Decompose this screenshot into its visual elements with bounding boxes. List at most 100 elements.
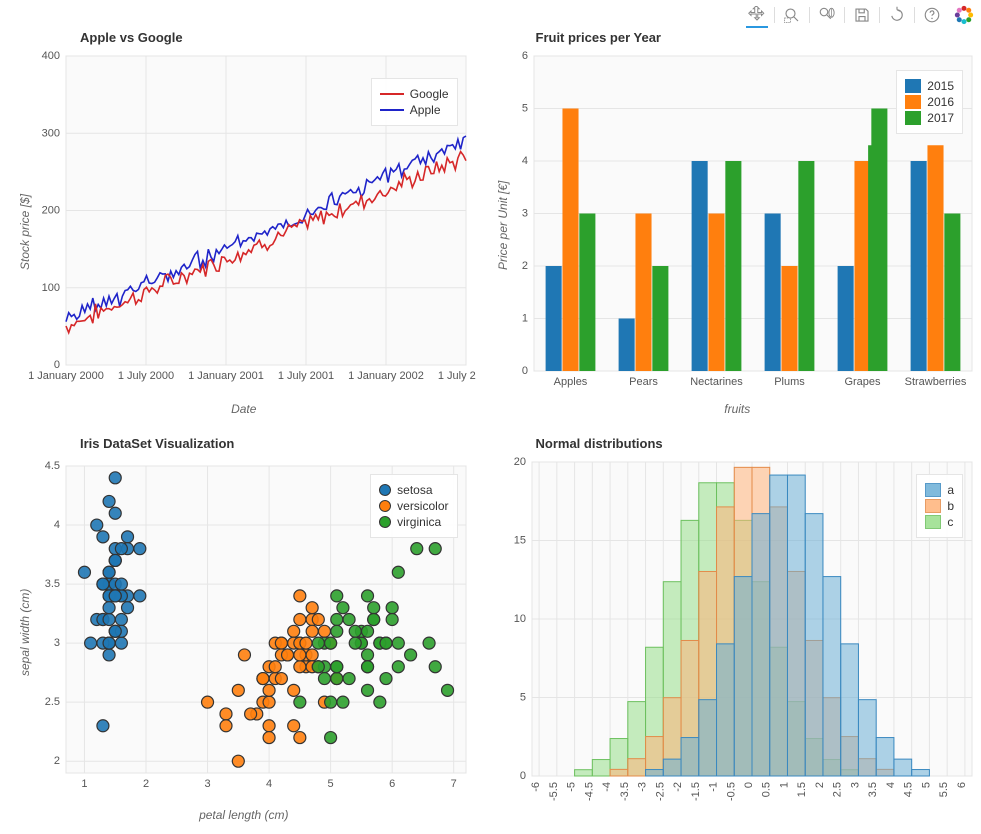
svg-text:3: 3 bbox=[54, 637, 60, 649]
chart-legend: setosa versicolor virginica bbox=[370, 474, 457, 538]
save-tool[interactable] bbox=[851, 3, 873, 27]
legend-item[interactable]: 2015 bbox=[905, 79, 954, 93]
legend-label: Google bbox=[410, 87, 449, 101]
svg-text:0: 0 bbox=[743, 782, 755, 788]
svg-text:-4: -4 bbox=[601, 782, 613, 792]
legend-label: b bbox=[947, 499, 954, 513]
svg-text:5: 5 bbox=[328, 778, 334, 790]
svg-text:3: 3 bbox=[204, 778, 210, 790]
svg-text:-3: -3 bbox=[636, 782, 648, 792]
legend-label: a bbox=[947, 483, 954, 497]
chart-legend: Google Apple bbox=[371, 78, 458, 126]
reset-tool[interactable] bbox=[886, 3, 908, 27]
toolbar-separator bbox=[914, 7, 915, 23]
svg-text:1: 1 bbox=[81, 778, 87, 790]
svg-text:6: 6 bbox=[521, 50, 527, 62]
box-zoom-tool[interactable] bbox=[781, 3, 803, 27]
svg-text:4: 4 bbox=[884, 782, 896, 788]
chart-scatter[interactable]: Iris DataSet Visualization sepal width (… bbox=[6, 436, 482, 828]
svg-text:6: 6 bbox=[389, 778, 395, 790]
svg-text:200: 200 bbox=[42, 205, 60, 217]
svg-text:1.5: 1.5 bbox=[796, 782, 808, 797]
svg-text:-1: -1 bbox=[707, 782, 719, 792]
svg-text:Plums: Plums bbox=[774, 376, 805, 388]
toolbar-separator bbox=[844, 7, 845, 23]
wheel-zoom-icon bbox=[818, 6, 836, 24]
svg-text:400: 400 bbox=[42, 50, 60, 62]
legend-item[interactable]: virginica bbox=[379, 515, 448, 529]
legend-item[interactable]: 2017 bbox=[905, 111, 954, 125]
wheel-zoom-tool[interactable] bbox=[816, 3, 838, 27]
x-axis-label: Date bbox=[6, 402, 482, 416]
legend-item[interactable]: c bbox=[925, 515, 954, 529]
svg-text:-4.5: -4.5 bbox=[583, 782, 595, 801]
svg-text:5: 5 bbox=[920, 782, 932, 788]
legend-item[interactable]: a bbox=[925, 483, 954, 497]
svg-text:-1.5: -1.5 bbox=[689, 782, 701, 801]
chart-title: Apple vs Google bbox=[80, 30, 183, 45]
svg-text:3: 3 bbox=[521, 208, 527, 220]
svg-text:4.5: 4.5 bbox=[45, 460, 60, 472]
svg-text:1 July 2000: 1 July 2000 bbox=[118, 370, 174, 382]
legend-item[interactable]: 2016 bbox=[905, 95, 954, 109]
histogram-chart-svg: 05101520-6-5.5-5-4.5-4-3.5-3-2.5-2-1.5-1… bbox=[500, 454, 978, 824]
legend-label: virginica bbox=[397, 515, 441, 529]
chart-histogram[interactable]: Normal distributions 05101520-6-5.5-5-4.… bbox=[500, 436, 976, 828]
bokeh-logo[interactable] bbox=[953, 3, 975, 27]
svg-text:4: 4 bbox=[521, 155, 527, 167]
legend-label: versicolor bbox=[397, 499, 448, 513]
svg-text:-5.5: -5.5 bbox=[547, 782, 559, 801]
svg-text:-2.5: -2.5 bbox=[654, 782, 666, 801]
svg-text:Strawberries: Strawberries bbox=[904, 376, 966, 388]
svg-text:5: 5 bbox=[521, 103, 527, 115]
x-axis-label: fruits bbox=[500, 402, 976, 416]
svg-text:1 January 2001: 1 January 2001 bbox=[188, 370, 264, 382]
help-tool[interactable] bbox=[921, 3, 943, 27]
svg-text:Pears: Pears bbox=[629, 376, 658, 388]
svg-text:10: 10 bbox=[513, 613, 525, 625]
chart-title: Normal distributions bbox=[536, 436, 663, 451]
svg-text:5: 5 bbox=[519, 692, 525, 704]
legend-item[interactable]: Apple bbox=[380, 103, 449, 117]
svg-text:6: 6 bbox=[955, 782, 967, 788]
legend-item[interactable]: b bbox=[925, 499, 954, 513]
svg-text:2: 2 bbox=[521, 260, 527, 272]
legend-item[interactable]: Google bbox=[380, 87, 449, 101]
svg-text:5.5: 5.5 bbox=[938, 782, 950, 797]
save-icon bbox=[853, 6, 871, 24]
svg-text:1 July 2001: 1 July 2001 bbox=[278, 370, 334, 382]
legend-label: 2017 bbox=[927, 111, 954, 125]
svg-text:4: 4 bbox=[266, 778, 272, 790]
legend-label: 2016 bbox=[927, 95, 954, 109]
toolbar-separator bbox=[774, 7, 775, 23]
svg-text:3: 3 bbox=[849, 782, 861, 788]
svg-text:0: 0 bbox=[521, 365, 527, 377]
legend-item[interactable]: setosa bbox=[379, 483, 448, 497]
chart-line[interactable]: Apple vs Google Stock price [$] Date 010… bbox=[6, 30, 482, 422]
svg-text:1 January 2002: 1 January 2002 bbox=[348, 370, 424, 382]
legend-label: Apple bbox=[410, 103, 441, 117]
chart-bars[interactable]: Fruit prices per Year Price per Unit [€]… bbox=[500, 30, 976, 422]
legend-label: setosa bbox=[397, 483, 432, 497]
svg-text:1: 1 bbox=[778, 782, 790, 788]
svg-text:-0.5: -0.5 bbox=[725, 782, 737, 801]
svg-text:100: 100 bbox=[42, 282, 60, 294]
svg-text:4: 4 bbox=[54, 519, 60, 531]
svg-text:-2: -2 bbox=[672, 782, 684, 792]
svg-text:2.5: 2.5 bbox=[831, 782, 843, 797]
svg-text:Grapes: Grapes bbox=[844, 376, 881, 388]
pan-tool[interactable] bbox=[746, 2, 768, 28]
svg-text:15: 15 bbox=[513, 535, 525, 547]
svg-text:-6: -6 bbox=[530, 782, 542, 792]
svg-text:2.5: 2.5 bbox=[45, 696, 60, 708]
svg-text:-5: -5 bbox=[565, 782, 577, 792]
svg-text:Nectarines: Nectarines bbox=[690, 376, 743, 388]
help-icon bbox=[923, 6, 941, 24]
svg-text:2: 2 bbox=[813, 782, 825, 788]
toolbar-separator bbox=[879, 7, 880, 23]
svg-text:0: 0 bbox=[519, 770, 525, 782]
svg-text:2: 2 bbox=[143, 778, 149, 790]
move-icon bbox=[748, 5, 766, 23]
legend-item[interactable]: versicolor bbox=[379, 499, 448, 513]
bokeh-logo-icon bbox=[954, 5, 974, 25]
